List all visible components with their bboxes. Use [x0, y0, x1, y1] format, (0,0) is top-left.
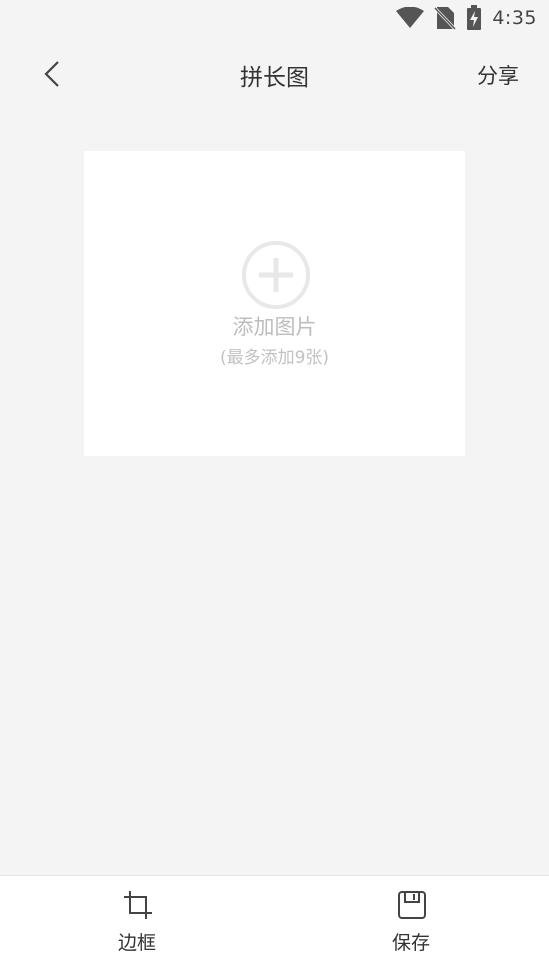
- save-button[interactable]: 保存: [371, 888, 451, 968]
- page-title: 拼长图: [240, 65, 309, 91]
- save-icon: [397, 890, 427, 920]
- crop-icon: [123, 890, 153, 920]
- save-label: 保存: [391, 932, 430, 954]
- add-image-label: 添加图片: [232, 315, 317, 339]
- header: 拼长图 分享: [0, 48, 549, 102]
- status-icons: 4:35: [396, 5, 537, 31]
- border-button[interactable]: 边框: [97, 888, 177, 968]
- status-time: 4:35: [492, 7, 537, 29]
- share-button[interactable]: 分享: [477, 60, 519, 90]
- no-sim-icon: [434, 6, 457, 30]
- bottom-toolbar: 边框 保存: [0, 875, 549, 976]
- border-label: 边框: [117, 932, 156, 954]
- add-image-hint: (最多添加9张): [219, 348, 330, 368]
- plus-circle-icon: [241, 240, 311, 310]
- add-image-card[interactable]: 添加图片 (最多添加9张): [84, 151, 465, 456]
- status-bar: 4:35: [0, 0, 549, 36]
- battery-charging-icon: [466, 5, 482, 31]
- wifi-icon: [396, 7, 425, 29]
